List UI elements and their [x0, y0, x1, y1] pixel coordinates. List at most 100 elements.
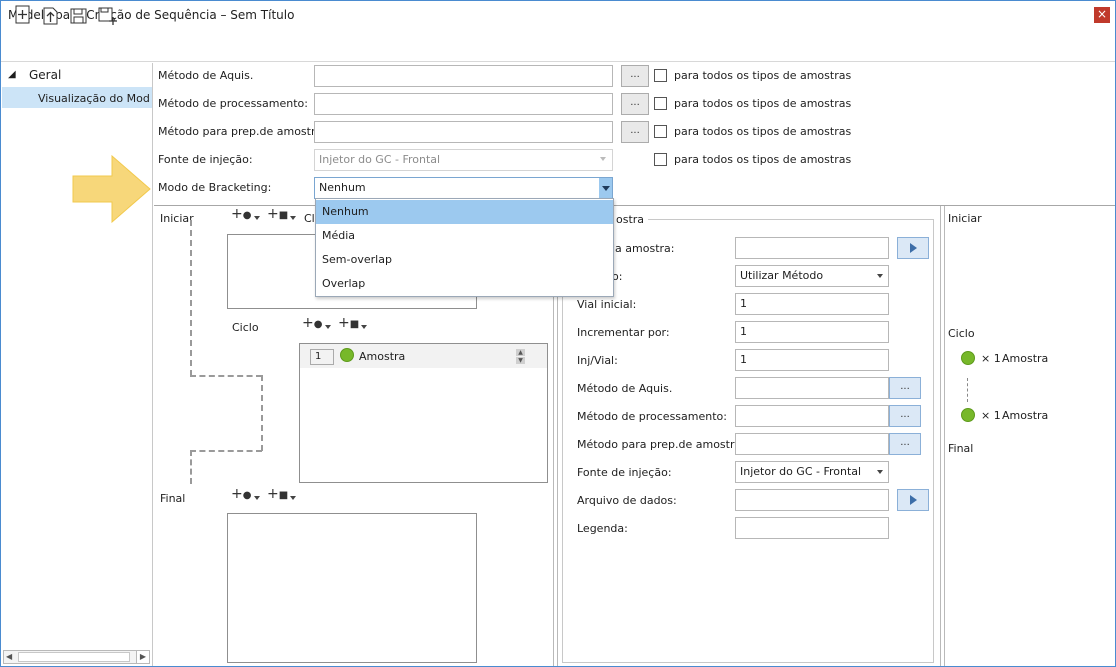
injvial-value: 1	[740, 353, 747, 366]
prep-method-input[interactable]	[314, 121, 613, 143]
chevron-down-icon[interactable]	[325, 325, 331, 329]
acq-all-types-checkbox[interactable]	[654, 69, 667, 82]
tree-item-visualizacao[interactable]: Visualização do Modelo	[38, 92, 150, 105]
chevron-down-icon[interactable]	[290, 216, 296, 220]
final-label: Final	[160, 492, 186, 505]
bracket-option-sem-overlap[interactable]: Sem-overlap	[316, 248, 613, 272]
proc-method-browse-button[interactable]: ...	[621, 93, 649, 115]
expand-icon[interactable]: ◢	[8, 69, 16, 80]
acq-method-browse-button[interactable]: ...	[621, 65, 649, 87]
details-prep-label: Método para prep.de amostra:	[577, 438, 745, 451]
details-inj-select[interactable]: Injetor do GC - Frontal	[735, 461, 889, 483]
column-divider	[940, 206, 941, 666]
flow-connector	[967, 378, 968, 402]
toolbar	[1, 30, 1115, 62]
sample-name-insert-button[interactable]	[897, 237, 929, 259]
add-standard-icon[interactable]: +■	[267, 486, 288, 502]
prep-all-types-label: para todos os tipos de amostras	[674, 125, 852, 138]
scroll-right-icon[interactable]: ▶	[136, 650, 150, 664]
save-as-icon[interactable]	[96, 4, 118, 26]
save-icon[interactable]	[68, 4, 90, 26]
add-standard-icon[interactable]: +■	[338, 315, 359, 331]
bracket-option-nenhum[interactable]: Nenhum	[316, 200, 613, 224]
move-down-icon[interactable]: ▼	[516, 357, 525, 364]
chevron-down-icon[interactable]	[290, 496, 296, 500]
acq-method-input[interactable]	[314, 65, 613, 87]
add-sample-icon[interactable]: +●	[231, 206, 251, 222]
details-acq-browse-button[interactable]: ...	[889, 377, 921, 399]
close-button[interactable]: ×	[1094, 7, 1110, 23]
start-label: Iniciar	[160, 212, 194, 225]
proc-method-input[interactable]	[314, 93, 613, 115]
cycle-label: Ciclo	[232, 321, 259, 334]
add-sample-icon[interactable]: +●	[302, 315, 322, 331]
flow-connector	[190, 450, 192, 484]
import-icon[interactable]	[40, 4, 62, 26]
chevron-down-icon[interactable]	[877, 470, 883, 474]
scrollbar-thumb[interactable]	[18, 652, 130, 662]
acq-all-types-label: para todos os tipos de amostras	[674, 69, 852, 82]
preview-start-label: Iniciar	[948, 212, 982, 225]
chevron-down-icon[interactable]	[361, 325, 367, 329]
method-value: Utilizar Método	[740, 269, 824, 282]
preview-final-label: Final	[948, 442, 974, 455]
prep-method-browse-button[interactable]: ...	[621, 121, 649, 143]
increment-label: Incrementar por:	[577, 326, 670, 339]
bracketing-select[interactable]: Nenhum	[314, 177, 613, 199]
new-icon[interactable]	[12, 4, 34, 26]
vial-label: Vial inicial:	[577, 298, 637, 311]
chevron-down-icon[interactable]	[254, 216, 260, 220]
injvial-input[interactable]: 1	[735, 349, 889, 371]
proc-method-label: Método de processamento:	[158, 97, 308, 110]
sample-group-title: ostra	[612, 213, 649, 226]
scroll-left-icon[interactable]: ◀	[6, 652, 12, 661]
details-prep-input[interactable]	[735, 433, 889, 455]
chevron-down-icon[interactable]	[877, 274, 883, 278]
flow-connector	[190, 450, 262, 452]
bracket-option-overlap[interactable]: Overlap	[316, 272, 613, 296]
chevron-down-icon[interactable]	[254, 496, 260, 500]
add-sample-icon[interactable]: +●	[231, 486, 251, 502]
flow-connector	[261, 375, 263, 451]
sample-icon	[961, 351, 975, 365]
chevron-down-icon	[602, 186, 610, 191]
details-proc-input[interactable]	[735, 405, 889, 427]
injection-source-select: Injetor do GC - Frontal	[314, 149, 613, 171]
inj-all-types-label: para todos os tipos de amostras	[674, 153, 852, 166]
details-proc-browse-button[interactable]: ...	[889, 405, 921, 427]
bracketing-label: Modo de Bracketing:	[158, 181, 272, 194]
inj-all-types-checkbox[interactable]	[654, 153, 667, 166]
flow-connector	[190, 375, 262, 377]
datafile-insert-button[interactable]	[897, 489, 929, 511]
tree-item-geral[interactable]: Geral	[29, 68, 61, 82]
flow-connector	[190, 220, 192, 376]
prep-all-types-checkbox[interactable]	[654, 125, 667, 138]
add-standard-icon[interactable]: +■	[267, 206, 288, 222]
cycle-row[interactable]	[300, 344, 547, 368]
chevron-down-icon	[600, 157, 606, 161]
caption-input[interactable]	[735, 517, 889, 539]
increment-value: 1	[740, 325, 747, 338]
cycle-count-input[interactable]: 1	[310, 349, 334, 365]
vial-input[interactable]: 1	[735, 293, 889, 315]
bracketing-value: Nenhum	[319, 181, 366, 194]
move-up-icon[interactable]: ▲	[516, 349, 525, 356]
preview-item2-mult: × 1	[981, 409, 1001, 422]
preview-item1-name: Amostra	[1002, 352, 1049, 365]
increment-input[interactable]: 1	[735, 321, 889, 343]
proc-all-types-checkbox[interactable]	[654, 97, 667, 110]
sample-icon	[340, 348, 354, 362]
acq-method-label: Método de Aquis.	[158, 69, 254, 82]
callout-arrow-icon	[72, 155, 151, 223]
final-block-list[interactable]	[227, 513, 477, 663]
sample-name-input[interactable]	[735, 237, 889, 259]
navigation-pane	[1, 63, 153, 666]
details-acq-label: Método de Aquis.	[577, 382, 673, 395]
details-prep-browse-button[interactable]: ...	[889, 433, 921, 455]
prep-method-label: Método para prep.de amostra:	[158, 125, 326, 138]
method-select[interactable]: Utilizar Método	[735, 265, 889, 287]
datafile-input[interactable]	[735, 489, 889, 511]
details-acq-input[interactable]	[735, 377, 889, 399]
preview-item1-mult: × 1	[981, 352, 1001, 365]
bracket-option-media[interactable]: Média	[316, 224, 613, 248]
